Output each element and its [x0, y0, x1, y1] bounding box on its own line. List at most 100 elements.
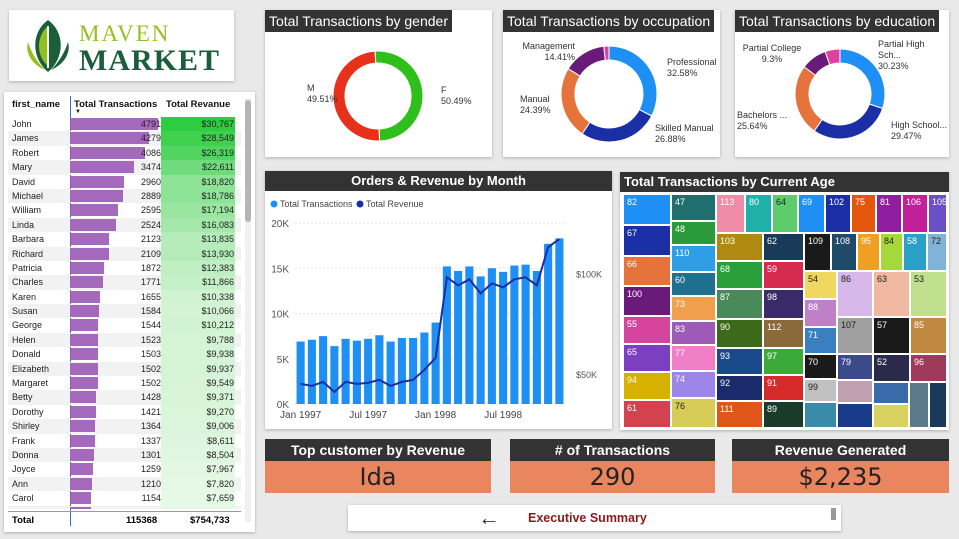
treemap-cell[interactable]: [837, 380, 873, 403]
treemap-cell[interactable]: 73: [671, 296, 716, 321]
treemap-cell[interactable]: 67: [623, 225, 671, 256]
table-row[interactable]: Linda 2524 $16,083: [8, 217, 241, 233]
treemap-cell[interactable]: 76: [671, 398, 716, 428]
table-row[interactable]: Joseph 1148$7,613: [8, 505, 241, 509]
treemap-cell[interactable]: [873, 404, 909, 428]
treemap-cell[interactable]: 48: [671, 221, 716, 245]
nav-label[interactable]: Executive Summary: [528, 505, 647, 531]
treemap-cell[interactable]: [837, 403, 873, 428]
treemap-cell[interactable]: 81: [876, 194, 902, 233]
treemap-cell[interactable]: 108: [831, 233, 857, 271]
treemap-cell[interactable]: 112: [763, 319, 804, 348]
table-scroll-thumb[interactable]: [245, 100, 251, 222]
table-row[interactable]: Karen 1655 $10,338: [8, 289, 241, 305]
treemap-cell[interactable]: 70: [804, 354, 837, 379]
treemap-cell[interactable]: 65: [623, 344, 671, 372]
treemap-cell[interactable]: 53: [910, 271, 947, 317]
table-row[interactable]: William 2595 $17,194: [8, 203, 241, 218]
treemap-cell[interactable]: 90: [716, 319, 763, 348]
treemap-cell[interactable]: 88: [804, 299, 837, 327]
donut-slice-bachelors-degree[interactable]: [794, 66, 823, 132]
treemap-cell[interactable]: 87: [716, 289, 763, 319]
table-row[interactable]: Mary 3474 $22,611: [8, 160, 241, 175]
treemap-cell[interactable]: 59: [763, 261, 804, 289]
treemap-cell[interactable]: 85: [910, 317, 947, 354]
treemap-cell[interactable]: 72: [927, 233, 947, 271]
treemap-cell[interactable]: 69: [798, 194, 825, 233]
treemap-cell[interactable]: 71: [804, 327, 837, 354]
table-row[interactable]: Susan 1584 $10,066: [8, 304, 241, 319]
treemap-cell[interactable]: [873, 382, 909, 404]
treemap-cell[interactable]: 57: [873, 317, 910, 354]
table-row[interactable]: Carol 1154 $7,659: [8, 491, 241, 506]
treemap-cell[interactable]: 64: [772, 194, 798, 233]
table-row[interactable]: Patricia 1872 $12,383: [8, 260, 241, 276]
treemap-cell[interactable]: 77: [671, 345, 716, 371]
treemap-cell[interactable]: 92: [716, 375, 763, 401]
treemap-cell[interactable]: 91: [763, 375, 804, 401]
treemap-cell[interactable]: 105: [928, 194, 947, 233]
table-row[interactable]: Richard 2109 $13,930: [8, 246, 241, 261]
treemap-cell[interactable]: 75: [851, 194, 876, 233]
treemap-cell[interactable]: 111: [716, 401, 763, 428]
treemap-cell[interactable]: [909, 382, 929, 428]
treemap-cell[interactable]: 95: [857, 233, 880, 271]
donut-slice-manual[interactable]: [560, 67, 591, 135]
treemap-cell[interactable]: 54: [804, 271, 837, 299]
treemap-cell[interactable]: 89: [763, 401, 804, 428]
orders-revenue-chart[interactable]: Total Transactions Total Revenue 20K 15K 10K…: [265, 191, 612, 429]
table-row[interactable]: Frank 1337 $8,611: [8, 433, 241, 448]
table-row[interactable]: James 4279 $28,549: [8, 131, 241, 146]
table-row[interactable]: Elizabeth 1502 $9,937: [8, 361, 241, 377]
treemap-cell[interactable]: 55: [623, 316, 671, 344]
donut-slice-high-school-degree[interactable]: [813, 103, 884, 140]
table-row[interactable]: Margaret 1502 $9,549: [8, 376, 241, 391]
donut-slice-skilled-manual[interactable]: [581, 108, 653, 143]
treemap-cell[interactable]: 58: [903, 233, 927, 271]
treemap-cell[interactable]: 107: [837, 317, 873, 354]
treemap-cell[interactable]: 109: [804, 233, 831, 271]
treemap-cell[interactable]: 82: [623, 194, 671, 225]
treemap-cell[interactable]: 103: [716, 233, 763, 261]
age-treemap[interactable]: 82 67 66 100 55 65 94 61 47 48 110 60 73 83 77 74 76 113 8…: [623, 194, 947, 428]
treemap-cell[interactable]: 60: [671, 272, 716, 296]
table-row[interactable]: Charles 1771 $11,866: [8, 275, 241, 290]
treemap-cell[interactable]: 86: [837, 271, 873, 317]
table-row[interactable]: Helen 1523 $9,788: [8, 332, 241, 348]
treemap-cell[interactable]: 102: [825, 194, 851, 233]
treemap-cell[interactable]: 110: [671, 245, 716, 272]
table-row[interactable]: Barbara 2123 $13,835: [8, 232, 241, 247]
treemap-cell[interactable]: 97: [763, 348, 804, 375]
column-header-name[interactable]: first_name: [12, 99, 60, 110]
treemap-cell[interactable]: [929, 382, 947, 428]
table-row[interactable]: Betty 1428 $9,371: [8, 390, 241, 405]
table-row[interactable]: John 4791 $30,767: [8, 117, 241, 132]
donut-slice-m[interactable]: [332, 50, 381, 142]
treemap-cell[interactable]: 113: [716, 194, 745, 233]
treemap-cell[interactable]: 93: [716, 348, 763, 375]
treemap-cell[interactable]: 68: [716, 261, 763, 289]
treemap-cell[interactable]: 106: [902, 194, 928, 233]
table-row[interactable]: Joyce 1259 $7,967: [8, 462, 241, 477]
treemap-cell[interactable]: 79: [837, 354, 873, 380]
table-row[interactable]: Ann 1210 $7,820: [8, 476, 241, 492]
table-row[interactable]: Robert 4086 $26,319: [8, 145, 241, 161]
treemap-cell[interactable]: 94: [623, 372, 671, 400]
treemap-cell[interactable]: 96: [910, 354, 947, 382]
treemap-cell[interactable]: 99: [804, 379, 837, 402]
treemap-cell[interactable]: 47: [671, 194, 716, 221]
treemap-cell[interactable]: 74: [671, 371, 716, 398]
treemap-cell[interactable]: 84: [880, 233, 903, 271]
executive-summary-nav-button[interactable]: ← Executive Summary: [348, 505, 841, 531]
donut-slice-f[interactable]: [374, 50, 424, 142]
treemap-cell[interactable]: 62: [763, 233, 804, 261]
column-header-revenue[interactable]: Total Revanue: [166, 99, 230, 110]
table-row[interactable]: Michael 2889 $18,786: [8, 188, 241, 204]
treemap-cell[interactable]: 63: [873, 271, 910, 317]
table-row[interactable]: George 1544 $10,212: [8, 318, 241, 333]
treemap-cell[interactable]: 80: [745, 194, 772, 233]
treemap-cell[interactable]: 61: [623, 400, 671, 428]
treemap-cell[interactable]: [804, 402, 837, 428]
table-row[interactable]: Shirley 1364 $9,006: [8, 419, 241, 434]
table-row[interactable]: Donald 1503 $9,938: [8, 347, 241, 362]
